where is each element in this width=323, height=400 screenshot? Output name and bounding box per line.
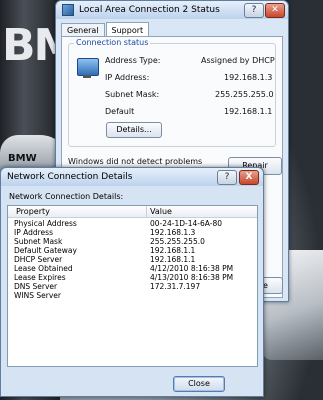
tab-general[interactable]: General xyxy=(61,23,105,37)
status-window-title: Local Area Connection 2 Status xyxy=(79,5,220,15)
list-item[interactable]: Subnet Mask 255.255.255.0 xyxy=(8,238,257,246)
property-cell: Lease Obtained xyxy=(14,264,73,273)
status-row-label: IP Address: xyxy=(105,73,150,82)
list-item[interactable]: Lease Expires 4/13/2010 8:16:38 PM xyxy=(8,274,257,282)
status-window-titlebar[interactable]: Local Area Connection 2 Status ? ✕ xyxy=(56,1,288,19)
status-row-label: Default xyxy=(105,107,135,116)
value-cell: 4/12/2010 8:16:38 PM xyxy=(150,264,234,273)
list-item[interactable]: Default Gateway 192.168.1.1 xyxy=(8,247,257,255)
car-badge: BMW xyxy=(8,153,37,164)
tab-support[interactable]: Support xyxy=(105,22,150,37)
status-row: Default xyxy=(105,107,134,116)
details-window-titlebar[interactable]: Network Connection Details ? X xyxy=(1,168,263,186)
column-header-value[interactable]: Value xyxy=(150,207,172,216)
close-icon[interactable]: ✕ xyxy=(265,3,285,18)
property-cell: DHCP Server xyxy=(14,255,63,264)
value-cell: 255.255.255.0 xyxy=(150,237,205,246)
list-item[interactable]: Physical Address 00-24-1D-14-6A-80 xyxy=(8,220,257,228)
value-cell: 192.168.1.1 xyxy=(150,255,196,264)
value-cell: 172.31.7.197 xyxy=(150,282,201,291)
details-close-button[interactable]: Close xyxy=(173,376,225,392)
status-row-label: Subnet Mask: xyxy=(105,90,160,99)
value-cell: 00-24-1D-14-6A-80 xyxy=(150,219,222,228)
list-item[interactable]: DHCP Server 192.168.1.1 xyxy=(8,256,257,264)
details-button[interactable]: Details... xyxy=(106,122,162,138)
value-cell: 4/13/2010 8:16:38 PM xyxy=(150,273,234,282)
details-listview[interactable]: Property Value Physical Address 00-24-1D… xyxy=(7,205,258,367)
status-row-value: 192.168.1.3 xyxy=(224,73,273,82)
property-cell: IP Address xyxy=(14,228,53,237)
details-section-label: Network Connection Details: xyxy=(9,192,124,201)
connection-status-heading: Connection status xyxy=(74,38,151,47)
column-header-property[interactable]: Property xyxy=(16,207,50,216)
list-item[interactable]: WINS Server xyxy=(8,292,257,300)
column-divider[interactable] xyxy=(146,206,147,217)
network-icon xyxy=(62,4,74,16)
status-row: Subnet Mask: xyxy=(105,90,159,99)
status-row-value: 192.168.1.1 xyxy=(224,107,273,116)
property-cell: Physical Address xyxy=(14,219,77,228)
network-details-window: Network Connection Details ? X Network C… xyxy=(0,167,264,397)
status-row: Address Type: xyxy=(105,56,160,65)
status-row-value: 255.255.255.0 xyxy=(215,90,274,99)
property-cell: Subnet Mask xyxy=(14,237,63,246)
monitor-network-icon xyxy=(77,58,99,76)
property-cell: Lease Expires xyxy=(14,273,66,282)
list-item[interactable]: IP Address 192.168.1.3 xyxy=(8,229,257,237)
details-window-title: Network Connection Details xyxy=(7,172,133,182)
status-row: IP Address: xyxy=(105,73,149,82)
list-item[interactable]: DNS Server 172.31.7.197 xyxy=(8,283,257,291)
value-cell: 192.168.1.1 xyxy=(150,246,196,255)
property-cell: DNS Server xyxy=(14,282,58,291)
tab-strip: General Support xyxy=(61,21,150,37)
help-icon[interactable]: ? xyxy=(244,3,264,18)
monitor-stand xyxy=(83,75,91,78)
close-icon[interactable]: X xyxy=(239,170,259,185)
value-cell: 192.168.1.3 xyxy=(150,228,196,237)
property-cell: Default Gateway xyxy=(14,246,77,255)
status-row-label: Address Type: xyxy=(105,56,161,65)
help-icon[interactable]: ? xyxy=(217,170,237,185)
connection-status-group: Connection status Address Type: Assigned… xyxy=(68,38,276,147)
list-item[interactable]: Lease Obtained 4/12/2010 8:16:38 PM xyxy=(8,265,257,273)
status-row-value: Assigned by DHCP xyxy=(201,56,275,65)
list-header: Property Value xyxy=(8,206,257,218)
property-cell: WINS Server xyxy=(14,291,61,300)
